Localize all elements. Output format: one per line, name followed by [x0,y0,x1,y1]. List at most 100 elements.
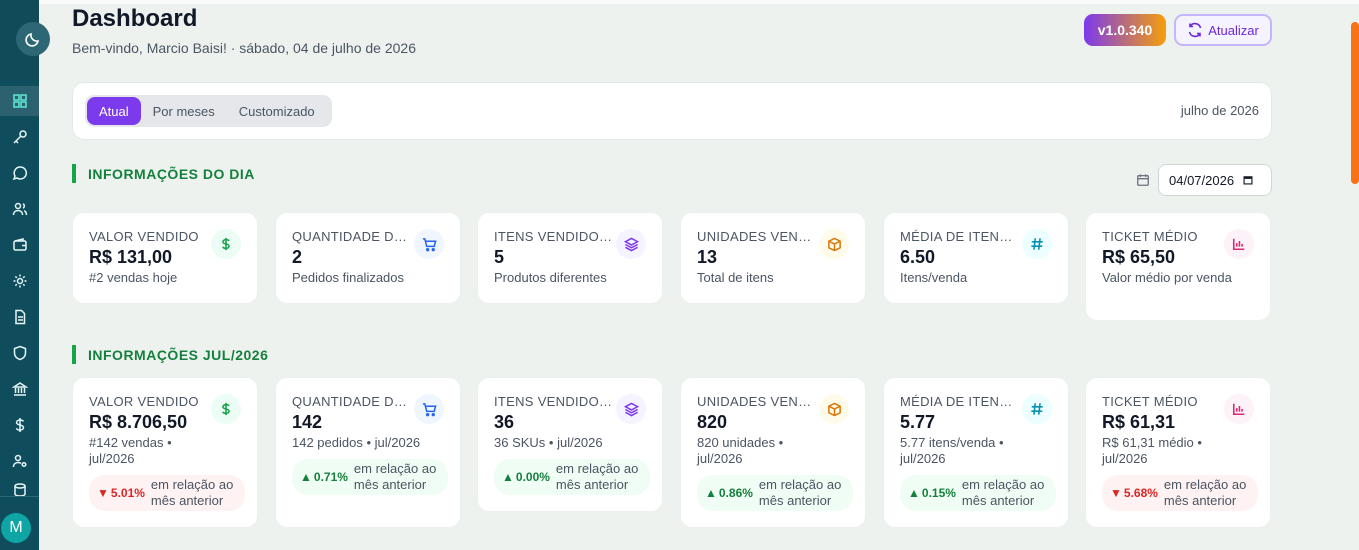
hash-icon [1022,229,1052,259]
sidebar-item-bank[interactable] [0,374,39,404]
dollar-icon [211,394,241,424]
sidebar: M [0,0,39,550]
card-label: UNIDADES VENDI... [697,229,817,244]
trend-badge: ▲ 0.00% em relação ao mês anterior [494,459,650,495]
box-icon [819,229,849,259]
card-sub: #2 vendas hoje [89,270,178,285]
card-label: QUANTIDADE DE V... [292,394,412,409]
month-card-quantidade: QUANTIDADE DE V... 142 142 pedidos • jul… [275,377,461,528]
sidebar-item-chat[interactable] [0,158,39,188]
card-label: MÉDIA DE ITENS P... [900,229,1020,244]
avatar-initial: M [9,519,23,536]
day-card-valor-vendido: VALOR VENDIDO R$ 131,00 #2 vendas hoje [72,212,258,304]
month-card-ticket-medio: TICKET MÉDIO R$ 61,31 R$ 61,31 médio • j… [1085,377,1271,528]
trend-percent: 0.86% [718,486,753,500]
bar-chart-icon [1224,394,1254,424]
sidebar-divider [0,496,39,497]
refresh-icon [1188,22,1202,38]
month-card-unidades: UNIDADES VENDI... 820 820 unidades • jul… [680,377,866,528]
card-sub: 36 SKUs • jul/2026 [494,435,603,450]
trend-arrow: ▼ [1110,486,1122,500]
calendar-icon [1137,174,1149,186]
version-badge: v1.0.340 [1084,14,1166,46]
layers-icon [616,394,646,424]
trend-badge: ▲ 0.15% em relação ao mês anterior [900,475,1056,511]
trend-arrow: ▼ [97,486,109,500]
moon-icon [25,32,40,47]
trend-arrow: ▲ [502,470,514,484]
trend-arrow: ▲ [705,486,717,500]
card-sub: 820 unidades • jul/2026 [697,435,784,466]
gear-icon [13,274,26,288]
trend-text: em relação ao mês anterior [758,477,842,508]
trend-badge: ▲ 0.71% em relação ao mês anterior [292,459,448,495]
trend-percent: 5.68% [1123,486,1158,500]
theme-toggle[interactable] [16,22,50,56]
trend-percent: 0.71% [313,470,348,484]
section-title-month: INFORMAÇÕES JUL/2026 [72,345,268,364]
day-card-ticket-medio: TICKET MÉDIO R$ 65,50 Valor médio por ve… [1085,212,1271,321]
calendar-picker-icon[interactable] [1242,174,1254,186]
period-filter-bar: Atual Por meses Customizado julho de 202… [72,82,1272,140]
sidebar-item-database[interactable] [0,482,39,496]
trend-arrow: ▲ [300,470,312,484]
section-title-day: INFORMAÇÕES DO DIA [72,164,255,183]
tab-atual[interactable]: Atual [87,97,141,125]
sidebar-item-wallet[interactable] [0,230,39,260]
sidebar-item-settings[interactable] [0,266,39,296]
day-card-media-itens: MÉDIA DE ITENS P... 6.50 Itens/venda [883,212,1069,304]
sidebar-item-user-access[interactable] [0,446,39,476]
sidebar-item-security[interactable] [0,338,39,368]
card-sub: Total de itens [697,270,774,285]
wallet-icon [12,238,27,251]
cart-icon [414,229,444,259]
card-label: UNIDADES VENDI... [697,394,817,409]
period-segmented-control: Atual Por meses Customizado [85,95,332,127]
sidebar-item-documents[interactable] [0,302,39,332]
chat-icon [12,166,27,181]
period-label: julho de 2026 [1180,103,1259,118]
trend-badge: ▼ 5.01% em relação ao mês anterior [89,475,245,511]
sidebar-item-users[interactable] [0,194,39,224]
sidebar-item-dashboard[interactable] [0,86,39,116]
card-label: VALOR VENDIDO [89,394,199,409]
day-card-itens-vendidos: ITENS VENDIDOS (... 5 Produtos diferente… [477,212,663,304]
refresh-label: Atualizar [1208,22,1259,38]
card-label: QUANTIDADE DE V... [292,229,412,244]
sidebar-item-keys[interactable] [0,122,39,152]
trend-text: em relação ao mês anterior [150,477,234,508]
refresh-button[interactable]: Atualizar [1174,14,1272,46]
trend-badge: ▲ 0.86% em relação ao mês anterior [697,475,853,511]
page-title: Dashboard [72,5,198,32]
bar-chart-icon [1224,229,1254,259]
date-value: 04/07/2026 [1169,172,1235,188]
card-sub: 142 pedidos • jul/2026 [292,435,421,450]
card-label: ITENS VENDIDOS (... [494,394,614,409]
card-sub: R$ 61,31 médio • jul/2026 [1102,435,1202,466]
card-label: VALOR VENDIDO [89,229,199,244]
user-key-icon [12,454,27,468]
dashboard-icon [12,94,27,108]
trend-arrow: ▲ [908,486,920,500]
day-card-unidades: UNIDADES VENDI... 13 Total de itens [680,212,866,304]
trend-text: em relação ao mês anterior [961,477,1045,508]
layers-icon [616,229,646,259]
trend-percent: 5.01% [110,486,145,500]
card-label: TICKET MÉDIO [1102,229,1198,244]
scrollbar-thumb[interactable] [1351,22,1359,184]
shield-icon [13,345,26,361]
tab-por-meses[interactable]: Por meses [141,97,227,125]
card-label: MÉDIA DE ITENS P... [900,394,1020,409]
page-subtitle: Bem-vindo, Marcio Baisi! · sábado, 04 de… [72,40,416,56]
avatar[interactable]: M [1,513,31,543]
month-card-valor-vendido: VALOR VENDIDO R$ 8.706,50 #142 vendas • … [72,377,258,528]
card-sub: Pedidos finalizados [292,270,405,285]
box-icon [819,394,849,424]
card-label: TICKET MÉDIO [1102,394,1198,409]
sidebar-item-finance[interactable] [0,410,39,440]
trend-text: em relação ao mês anterior [353,461,437,492]
month-card-itens-vendidos: ITENS VENDIDOS (... 36 36 SKUs • jul/202… [477,377,663,512]
card-sub: Produtos diferentes [494,270,607,285]
tab-customizado[interactable]: Customizado [227,97,327,125]
date-input[interactable]: 04/07/2026 [1158,164,1272,196]
